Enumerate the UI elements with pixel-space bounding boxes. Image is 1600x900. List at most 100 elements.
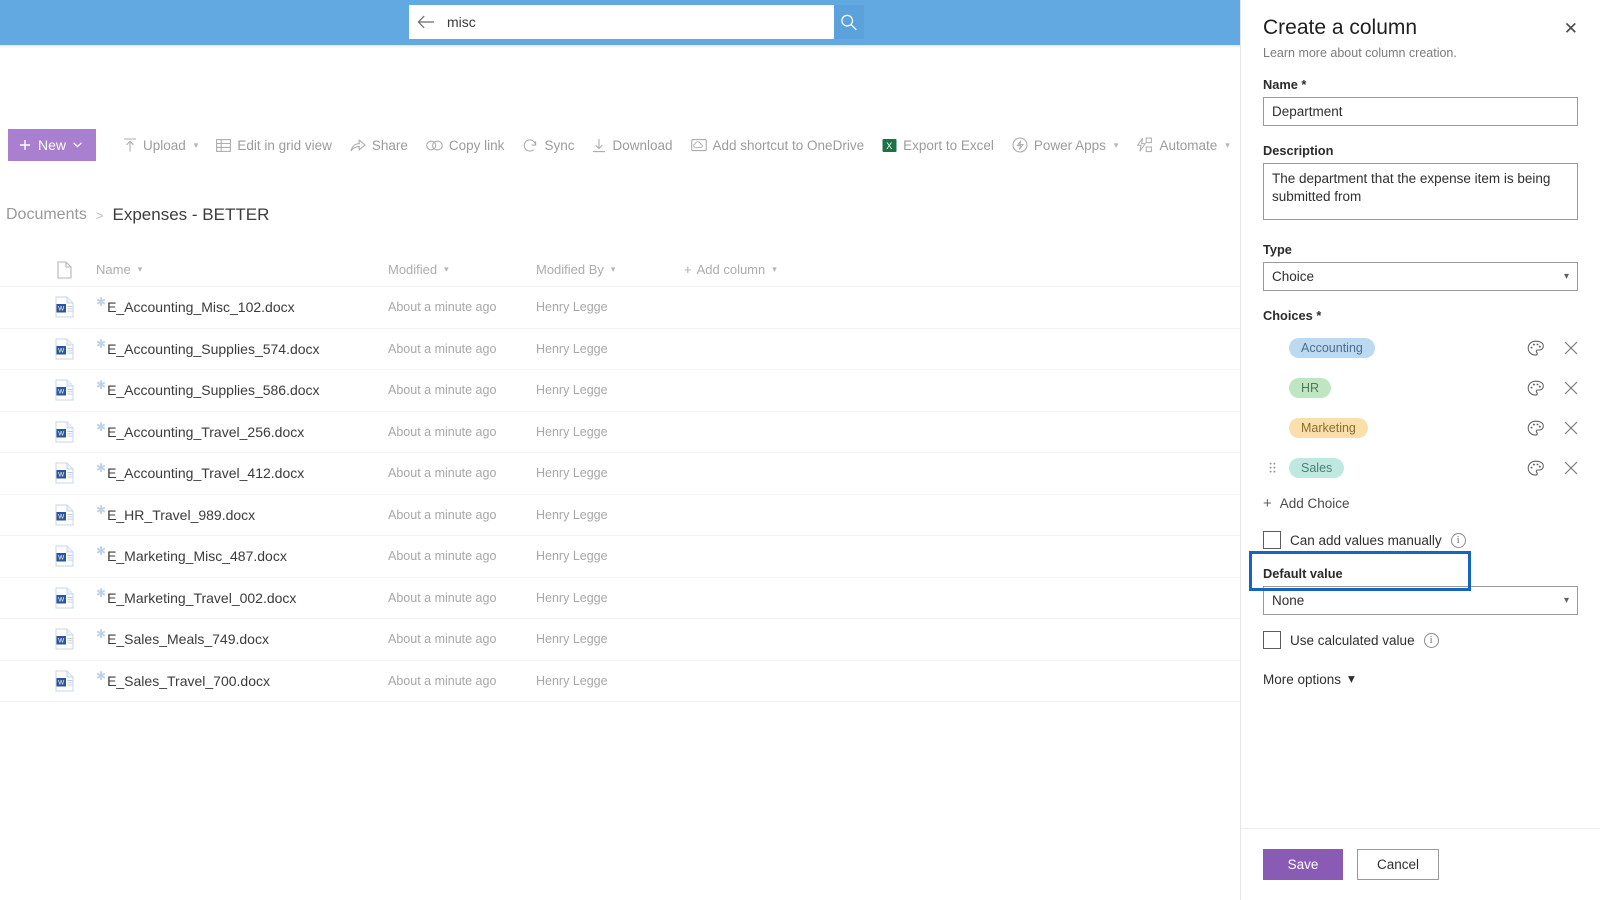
choice-row[interactable]: Marketing xyxy=(1263,408,1578,448)
column-header-add-column[interactable]: + Add column ▾ xyxy=(684,262,777,277)
table-row[interactable]: W ✱ E_Marketing_Misc_487.docx About a minut… xyxy=(0,536,1240,578)
table-row[interactable]: W ✱ E_Accounting_Travel_412.docx About a mi… xyxy=(0,453,1240,495)
type-field-label: Type xyxy=(1263,242,1292,257)
file-name-cell[interactable]: ✱ E_Marketing_Misc_487.docx xyxy=(96,544,388,565)
file-name-cell[interactable]: ✱ E_Marketing_Travel_002.docx xyxy=(96,586,388,606)
can-add-values-manually-checkbox[interactable] xyxy=(1263,531,1281,549)
cmd-download-label: Download xyxy=(612,137,673,153)
table-row[interactable]: W ✱ E_HR_Travel_989.docx About a minute ago… xyxy=(0,495,1240,536)
cmd-share[interactable]: Share xyxy=(341,129,417,161)
name-input[interactable] xyxy=(1263,97,1578,126)
table-row[interactable]: W ✱ E_Sales_Meals_749.docx About a minute a… xyxy=(0,619,1240,661)
choice-row[interactable]: Accounting xyxy=(1263,328,1578,368)
table-row[interactable]: W ✱ E_Accounting_Misc_102.docx About a minu… xyxy=(0,287,1240,329)
file-name-cell[interactable]: ✱ E_Accounting_Travel_412.docx xyxy=(96,461,388,481)
choice-actions xyxy=(1527,340,1578,357)
cmd-edit-in-grid-view-label: Edit in grid view xyxy=(237,137,332,153)
remove-choice-icon[interactable] xyxy=(1564,381,1578,395)
file-modified-cell: About a minute ago xyxy=(388,300,497,315)
cancel-button[interactable]: Cancel xyxy=(1357,849,1439,880)
info-icon[interactable]: i xyxy=(1423,632,1439,648)
svg-text:W: W xyxy=(58,513,65,520)
choice-pill[interactable]: Accounting xyxy=(1289,338,1375,358)
share-icon xyxy=(350,138,366,153)
color-palette-icon[interactable] xyxy=(1527,340,1544,357)
file-name-cell[interactable]: ✱ E_Accounting_Supplies_574.docx xyxy=(96,337,388,357)
file-name-cell[interactable]: ✱ E_Sales_Meals_749.docx xyxy=(96,627,388,647)
cmd-power-apps[interactable]: Power Apps ▾ xyxy=(1003,129,1128,161)
use-calculated-value-row[interactable]: Use calculated value i xyxy=(1263,631,1578,649)
panel-header: Create a column ✕ xyxy=(1241,0,1600,41)
cmd-export-to-excel[interactable]: X Export to Excel xyxy=(873,129,1003,161)
column-header-name[interactable]: Name ▾ xyxy=(96,262,388,277)
info-icon[interactable]: i xyxy=(1450,532,1466,548)
cmd-copy-link[interactable]: Copy link xyxy=(417,129,514,161)
drag-handle-icon[interactable] xyxy=(1263,462,1281,474)
cmd-edit-in-grid-view[interactable]: Edit in grid view xyxy=(207,129,341,161)
choice-row[interactable]: Sales xyxy=(1263,448,1578,488)
svg-text:X: X xyxy=(886,141,892,151)
choice-pill[interactable]: Marketing xyxy=(1289,418,1368,438)
upload-icon xyxy=(123,137,137,153)
remove-choice-icon[interactable] xyxy=(1564,421,1578,435)
add-choice-button[interactable]: + Add Choice xyxy=(1263,495,1578,512)
description-textarea[interactable] xyxy=(1263,163,1578,220)
table-row[interactable]: W ✱ E_Marketing_Travel_002.docx About a min… xyxy=(0,578,1240,619)
cmd-sync[interactable]: Sync xyxy=(513,129,583,161)
file-name-cell[interactable]: ✱ E_Sales_Travel_700.docx xyxy=(96,669,388,689)
can-add-values-manually-row[interactable]: Can add values manually i xyxy=(1263,531,1578,549)
table-row[interactable]: W ✱ E_Accounting_Travel_256.docx About a mi… xyxy=(0,412,1240,453)
file-name-cell[interactable]: ✱ E_Accounting_Travel_256.docx xyxy=(96,420,388,440)
cmd-upload[interactable]: Upload ▾ xyxy=(114,129,207,161)
column-header-modified[interactable]: Modified ▾ xyxy=(388,262,536,277)
column-header-modified-by[interactable]: Modified By ▾ xyxy=(536,262,684,277)
cmd-add-shortcut-to-onedrive[interactable]: Add shortcut to OneDrive xyxy=(682,129,874,161)
automate-icon xyxy=(1136,137,1153,153)
table-row[interactable]: W ✱ E_Sales_Travel_700.docx About a minute … xyxy=(0,661,1240,702)
onedrive-shortcut-icon xyxy=(690,138,707,152)
file-modified-by-cell: Henry Legge xyxy=(536,507,608,522)
search-box[interactable] xyxy=(409,5,834,39)
column-header-file-type[interactable] xyxy=(0,260,96,279)
cmd-automate[interactable]: Automate ▾ xyxy=(1127,129,1238,161)
new-indicator-icon: ✱ xyxy=(96,502,107,517)
file-name-label: E_Marketing_Misc_487.docx xyxy=(107,548,287,565)
chevron-down-icon: ▾ xyxy=(1225,139,1230,150)
file-modified-by-cell: Henry Legge xyxy=(536,424,608,439)
file-name-cell[interactable]: ✱ E_Accounting_Misc_102.docx xyxy=(96,295,388,315)
table-row[interactable]: W ✱ E_Accounting_Supplies_586.docx About a … xyxy=(0,370,1240,412)
color-palette-icon[interactable] xyxy=(1527,380,1544,397)
close-icon[interactable]: ✕ xyxy=(1560,16,1582,41)
table-row[interactable]: W ✱ E_Accounting_Supplies_574.docx About a … xyxy=(0,329,1240,370)
add-choice-label: Add Choice xyxy=(1279,496,1350,511)
choice-pill[interactable]: Sales xyxy=(1289,458,1345,478)
file-name-cell[interactable]: ✱ E_HR_Travel_989.docx xyxy=(96,503,388,523)
chevron-down-icon: ▾ xyxy=(444,264,449,274)
search-button[interactable] xyxy=(834,5,864,39)
choice-row[interactable]: HR xyxy=(1263,368,1578,408)
svg-text:W: W xyxy=(58,306,65,313)
link-icon xyxy=(426,139,443,152)
cmd-power-apps-label: Power Apps xyxy=(1033,137,1106,153)
grid-icon xyxy=(216,138,232,153)
new-button[interactable]: New xyxy=(8,129,97,161)
word-file-icon: W xyxy=(0,379,96,401)
default-value-select[interactable]: None ▾ xyxy=(1263,586,1578,615)
remove-choice-icon[interactable] xyxy=(1564,461,1578,475)
choice-pill[interactable]: HR xyxy=(1289,378,1332,398)
remove-choice-icon[interactable] xyxy=(1564,341,1578,355)
file-name-label: E_Accounting_Supplies_574.docx xyxy=(107,340,320,357)
panel-body: Name * Description Type Choice ▾ Choices… xyxy=(1241,77,1600,687)
file-name-cell[interactable]: ✱ E_Accounting_Supplies_586.docx xyxy=(96,378,388,398)
color-palette-icon[interactable] xyxy=(1527,420,1544,437)
top-search-bar xyxy=(0,0,1240,45)
breadcrumb-root[interactable]: Documents xyxy=(6,206,87,224)
search-input[interactable] xyxy=(443,6,834,38)
type-select[interactable]: Choice ▾ xyxy=(1263,262,1578,291)
cmd-download[interactable]: Download xyxy=(583,129,681,161)
more-options-button[interactable]: More options ▾ xyxy=(1263,671,1578,687)
back-arrow-icon[interactable] xyxy=(409,5,443,39)
use-calculated-value-checkbox[interactable] xyxy=(1263,631,1281,649)
save-button[interactable]: Save xyxy=(1263,849,1343,880)
color-palette-icon[interactable] xyxy=(1527,460,1544,477)
